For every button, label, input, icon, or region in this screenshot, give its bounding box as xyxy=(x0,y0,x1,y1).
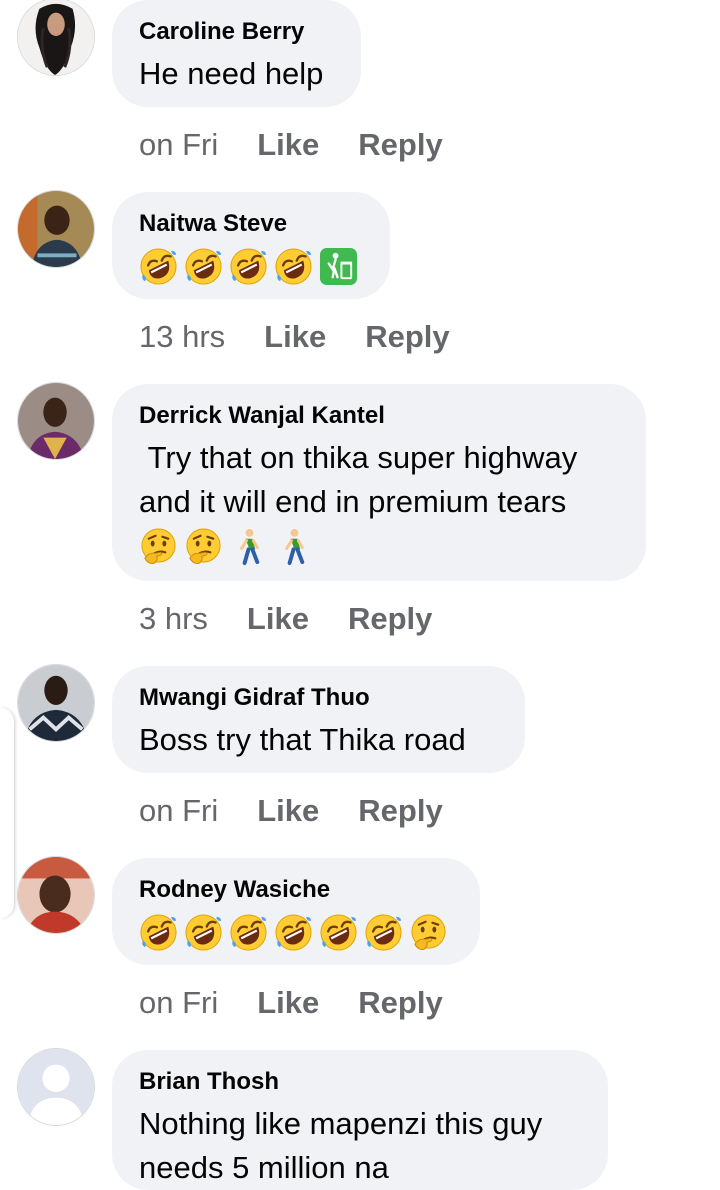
rofl-emoji xyxy=(139,913,178,952)
comment-text: Boss try that Thika road xyxy=(139,722,466,757)
avatar-derrick-wanjal-kantel[interactable] xyxy=(17,382,95,460)
avatar-mwangi-gidraf-thuo[interactable] xyxy=(17,664,95,742)
comment-author[interactable]: Mwangi Gidraf Thuo xyxy=(139,682,497,714)
reply-button[interactable]: Reply xyxy=(358,125,442,165)
side-drawer-edge[interactable] xyxy=(0,708,15,918)
rofl-emoji xyxy=(364,913,403,952)
reply-button[interactable]: Reply xyxy=(358,791,442,831)
comment-bubble[interactable]: Naitwa Steve xyxy=(112,192,390,299)
profile-photo xyxy=(18,191,94,267)
avatar-caroline-berry[interactable] xyxy=(17,0,95,76)
reply-button[interactable]: Reply xyxy=(358,983,442,1023)
emoji-row xyxy=(139,246,362,286)
comment-author[interactable]: Caroline Berry xyxy=(139,16,333,48)
rofl-emoji xyxy=(229,913,268,952)
profile-photo xyxy=(18,665,94,741)
thinking-emoji xyxy=(139,527,178,566)
like-button[interactable]: Like xyxy=(264,317,326,357)
comment-timestamp[interactable]: on Fri xyxy=(139,983,218,1023)
rofl-emoji xyxy=(184,913,223,952)
comment-bubble[interactable]: Caroline Berry He need help xyxy=(112,0,361,107)
rofl-emoji xyxy=(229,247,268,286)
comment-actions: on Fri Like Reply xyxy=(139,791,443,831)
comment-actions: 13 hrs Like Reply xyxy=(139,317,450,357)
walking-person-emoji xyxy=(229,527,268,566)
rofl-emoji xyxy=(184,247,223,286)
comment-bubble[interactable]: Derrick Wanjal Kantel Try that on thika … xyxy=(112,384,646,581)
comment-timestamp[interactable]: on Fri xyxy=(139,791,218,831)
avatar-rodney-wasiche[interactable] xyxy=(17,856,95,934)
comment-author[interactable]: Derrick Wanjal Kantel xyxy=(139,400,618,432)
rofl-emoji xyxy=(274,913,313,952)
comment-author[interactable]: Rodney Wasiche xyxy=(139,874,452,906)
comment-text: Try that on thika super highway and it w… xyxy=(139,440,578,519)
like-button[interactable]: Like xyxy=(257,791,319,831)
comment-timestamp[interactable]: 3 hrs xyxy=(139,599,208,639)
profile-photo xyxy=(18,383,94,459)
like-button[interactable]: Like xyxy=(247,599,309,639)
walking-person-emoji xyxy=(274,527,313,566)
comment-actions: on Fri Like Reply xyxy=(139,125,443,165)
rofl-emoji xyxy=(274,247,313,286)
litter-bin-emoji xyxy=(319,247,358,286)
profile-photo xyxy=(18,857,94,933)
thinking-emoji xyxy=(409,913,448,952)
avatar-brian-thosh[interactable] xyxy=(17,1048,95,1126)
emoji-row xyxy=(139,912,452,952)
avatar-naitwa-steve[interactable] xyxy=(17,190,95,268)
comment-bubble[interactable]: Mwangi Gidraf Thuo Boss try that Thika r… xyxy=(112,666,525,773)
comment-text: He need help xyxy=(139,56,324,91)
reply-button[interactable]: Reply xyxy=(348,599,432,639)
comment-actions: on Fri Like Reply xyxy=(139,983,443,1023)
comment-author[interactable]: Naitwa Steve xyxy=(139,208,362,240)
comment-bubble[interactable]: Rodney Wasiche xyxy=(112,858,480,965)
comment-actions: 3 hrs Like Reply xyxy=(139,599,432,639)
rofl-emoji xyxy=(139,247,178,286)
comment-bubble[interactable]: Brian Thosh Nothing like mapenzi this gu… xyxy=(112,1050,608,1190)
comment-author[interactable]: Brian Thosh xyxy=(139,1066,580,1098)
comment-feed: Caroline Berry He need help on Fri Like … xyxy=(0,0,720,1190)
thinking-emoji xyxy=(184,527,223,566)
comment-timestamp[interactable]: on Fri xyxy=(139,125,218,165)
reply-button[interactable]: Reply xyxy=(365,317,449,357)
like-button[interactable]: Like xyxy=(257,983,319,1023)
comment-timestamp[interactable]: 13 hrs xyxy=(139,317,225,357)
rofl-emoji xyxy=(319,913,358,952)
default-profile-icon xyxy=(18,1049,94,1125)
emoji-row xyxy=(139,526,618,566)
like-button[interactable]: Like xyxy=(257,125,319,165)
profile-photo xyxy=(18,0,94,75)
